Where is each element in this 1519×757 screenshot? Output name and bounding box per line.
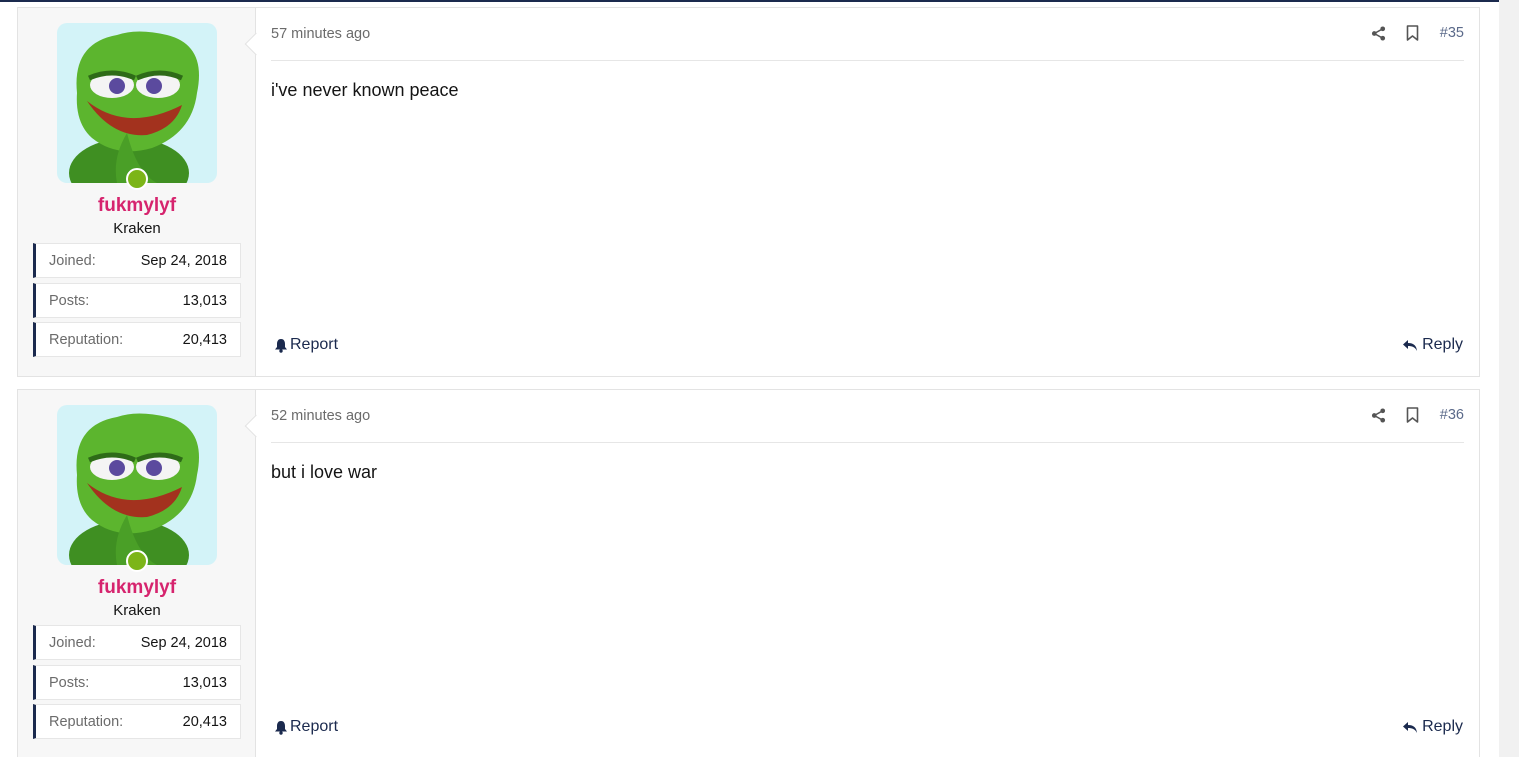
post: fukmylyf Kraken Joined: Sep 24, 2018 Pos… [17,389,1480,757]
online-status-indicator [126,550,148,572]
reply-button[interactable]: Reply [1402,718,1463,736]
reply-icon [1403,721,1418,733]
stat-value: Sep 24, 2018 [140,252,227,269]
post-body: but i love war [271,462,378,482]
stat-posts: Posts: 13,013 [33,283,241,318]
stat-reputation: Reputation: 20,413 [33,322,241,357]
stat-label: Posts: [49,292,90,309]
stat-label: Reputation: [49,713,124,730]
username[interactable]: fukmylyf [18,577,256,599]
divider [271,442,1464,443]
report-button[interactable]: Report [274,718,338,736]
stat-reputation: Reputation: 20,413 [33,704,241,739]
scrollbar[interactable] [1499,0,1519,757]
reply-icon [1403,339,1418,351]
stat-posts: Posts: 13,013 [33,665,241,700]
user-title: Kraken [113,220,161,237]
stat-value: Sep 24, 2018 [140,634,227,651]
post-number-link[interactable]: #35 [1440,25,1464,41]
bell-icon [275,338,287,353]
stat-label: Joined: [49,252,96,269]
post-timestamp[interactable]: 57 minutes ago [271,26,370,42]
reply-label: Reply [1422,336,1463,353]
bell-icon [275,720,287,735]
stat-value: 20,413 [182,713,227,730]
post-timestamp[interactable]: 52 minutes ago [271,408,370,424]
avatar[interactable] [57,23,217,183]
stat-value[interactable]: 13,013 [183,293,227,309]
post-meta-actions: #36 [1370,405,1464,425]
post-content: 57 minutes ago #35 i've never known peac… [271,8,1464,376]
post: fukmylyf Kraken Joined: Sep 24, 2018 Pos… [17,7,1480,377]
report-button[interactable]: Report [274,336,338,354]
username[interactable]: fukmylyf [18,195,256,217]
bookmark-icon[interactable] [1404,23,1422,43]
avatar[interactable] [57,405,217,565]
bookmark-icon[interactable] [1404,405,1422,425]
user-title: Kraken [113,602,161,619]
reply-button[interactable]: Reply [1402,336,1463,354]
stat-label: Reputation: [49,331,124,348]
post-body: i've never known peace [271,80,459,100]
stat-joined: Joined: Sep 24, 2018 [33,625,241,660]
divider [271,60,1464,61]
stat-joined: Joined: Sep 24, 2018 [33,243,241,278]
user-info-panel: fukmylyf Kraken Joined: Sep 24, 2018 Pos… [18,390,256,757]
post-number-link[interactable]: #36 [1440,407,1464,423]
report-label: Report [290,718,339,735]
stat-label: Joined: [49,634,96,651]
online-status-indicator [126,168,148,190]
post-content: 52 minutes ago #36 but i love war Report… [271,390,1464,757]
reply-label: Reply [1422,718,1463,735]
user-info-panel: fukmylyf Kraken Joined: Sep 24, 2018 Pos… [18,8,256,376]
post-meta-actions: #35 [1370,23,1464,43]
share-icon[interactable] [1370,405,1388,425]
stat-value[interactable]: 13,013 [183,675,227,691]
stat-value: 20,413 [182,331,227,348]
stat-label: Posts: [49,674,90,691]
top-border [0,0,1499,2]
share-icon[interactable] [1370,23,1388,43]
report-label: Report [290,336,339,353]
